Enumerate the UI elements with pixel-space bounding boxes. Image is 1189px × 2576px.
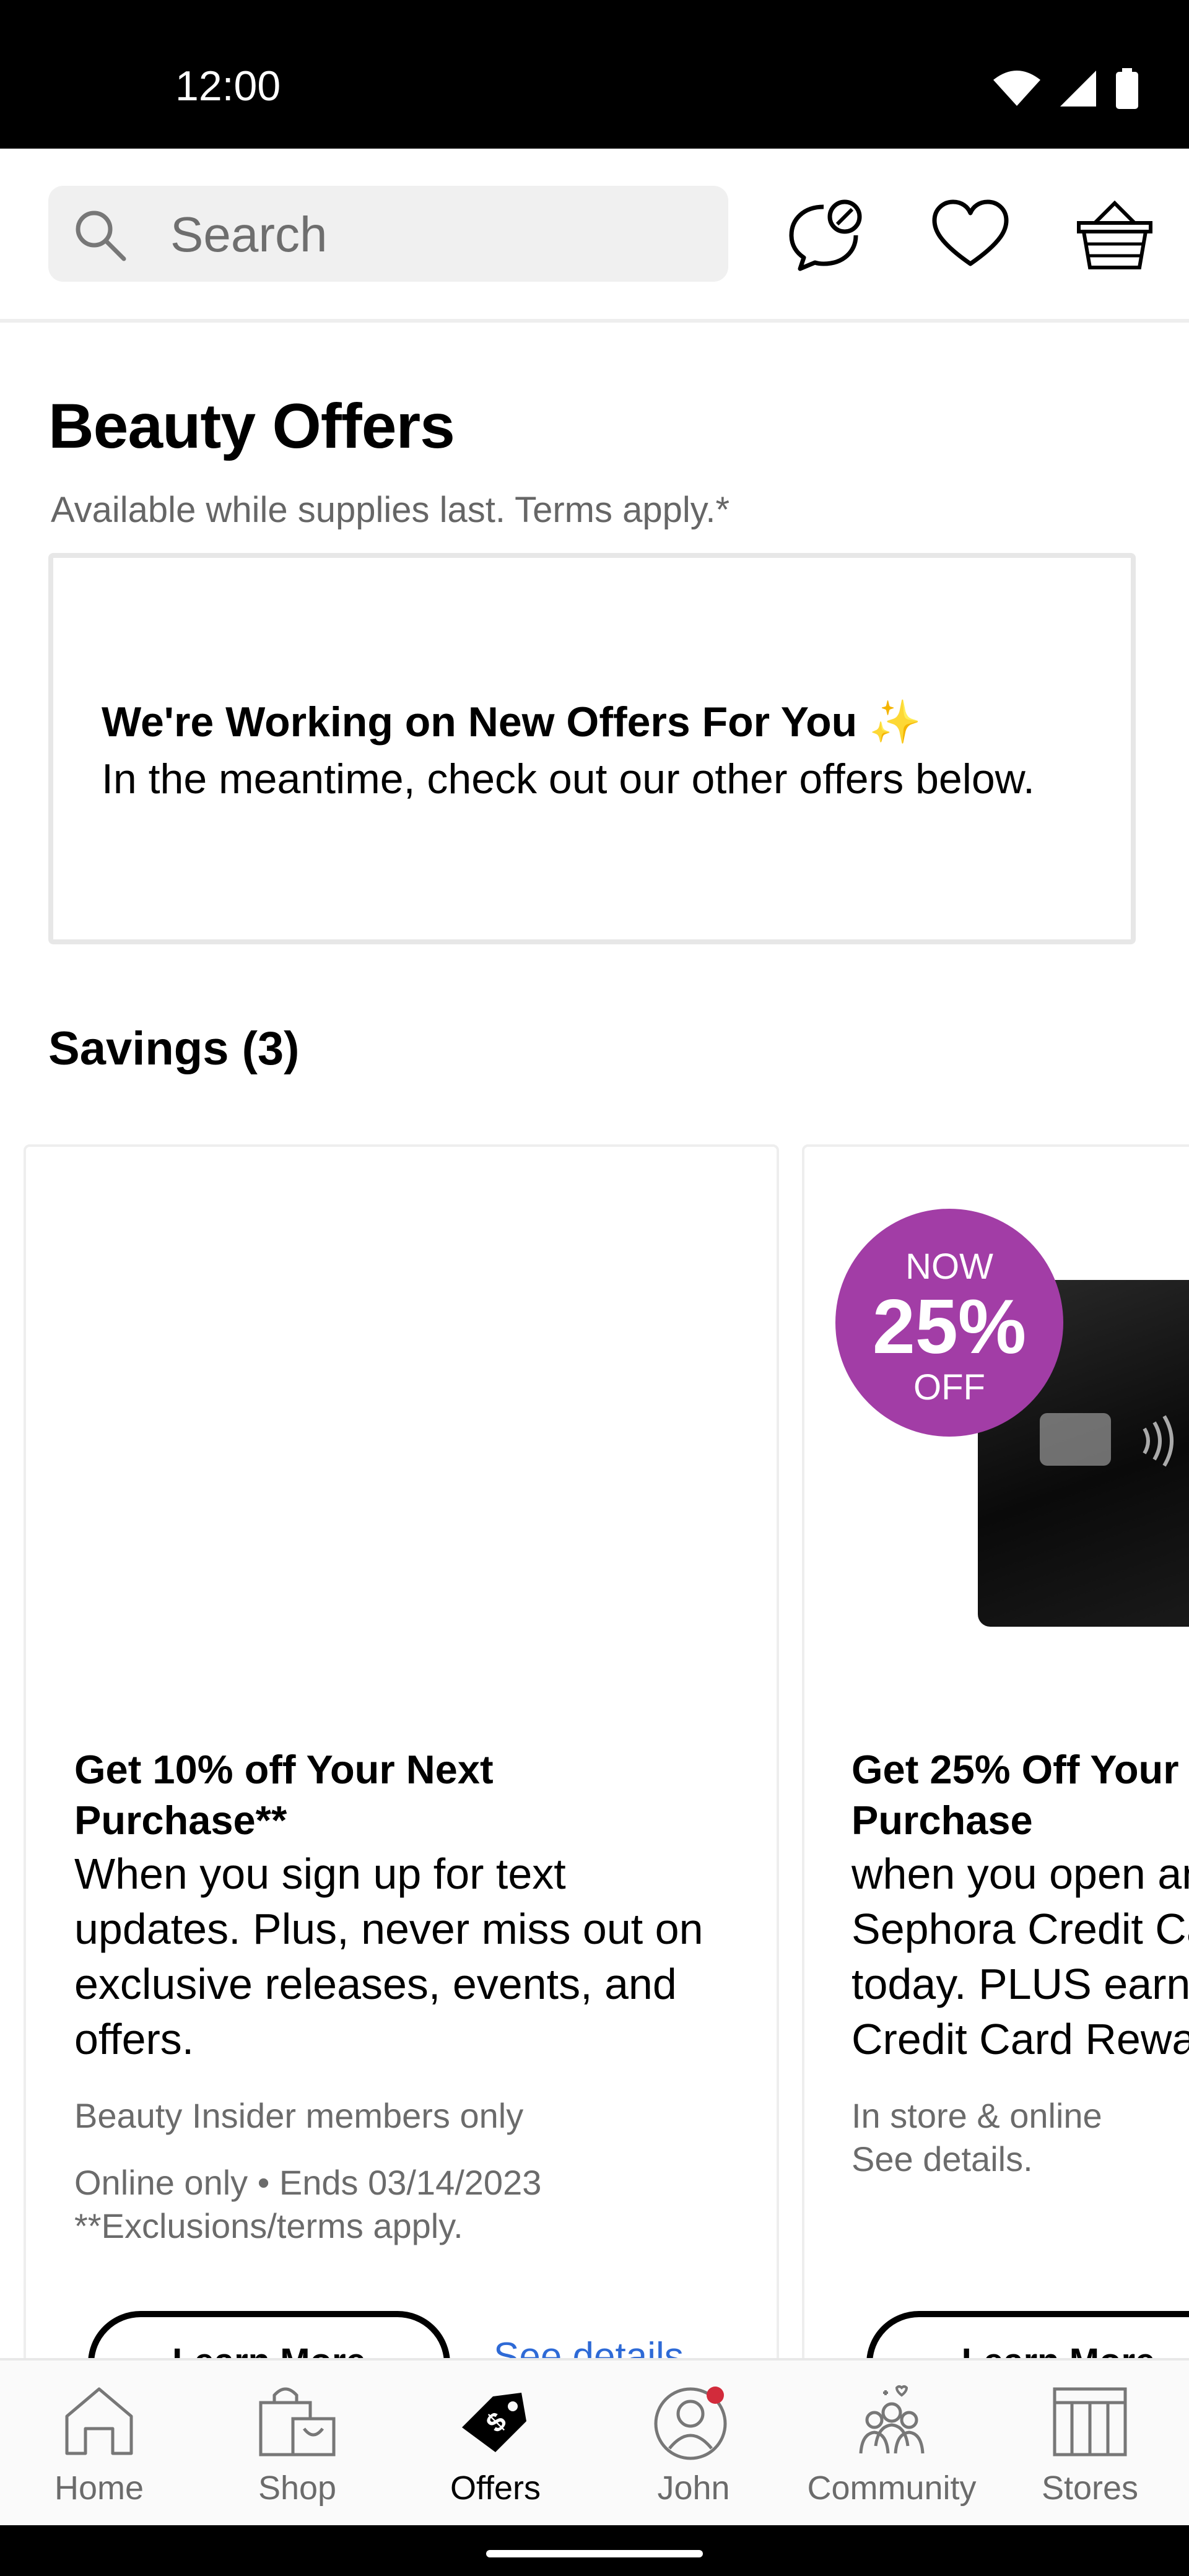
gesture-area	[0, 2525, 1189, 2576]
notice-body: In the meantime, check out our other off…	[102, 755, 1035, 803]
bottom-nav: Home Shop $ Offers John Community Stores	[0, 2358, 1189, 2528]
offer-card[interactable]: Get 10% off Your Next Purchase** When yo…	[24, 1144, 779, 2383]
page-title: Beauty Offers	[48, 391, 455, 461]
offer-availability: In store & online See details.	[851, 2094, 1102, 2181]
notice-heading: We're Working on New Offers For You ✨	[102, 698, 921, 746]
offers-tag-icon: $	[462, 2393, 526, 2452]
savings-section-title: Savings (3)	[48, 1022, 300, 1075]
home-icon	[65, 2387, 133, 2455]
offer-description: when you open an Sephora Credit Ca today…	[851, 1847, 1189, 2067]
offer-desc-line: when you open an	[851, 1850, 1189, 1898]
nav-label: Home	[54, 2469, 144, 2507]
offer-title-line: Purchase**	[74, 1798, 287, 1843]
offer-desc-line: offers.	[74, 2015, 194, 2063]
nav-label: Stores	[1041, 2469, 1139, 2507]
status-time: 12:00	[175, 63, 281, 110]
offer-desc-line: updates. Plus, never miss out on	[74, 1905, 703, 1953]
search-icon	[76, 211, 126, 261]
card-chip	[1040, 1413, 1111, 1466]
offer-desc-line: When you sign up for text	[74, 1850, 566, 1898]
search-input[interactable]	[169, 186, 704, 283]
signal-icon	[1060, 71, 1096, 107]
offer-title-line: Get 25% Off Your	[851, 1747, 1179, 1792]
offer-see-details[interactable]: See details.	[851, 2139, 1033, 2178]
heart-icon[interactable]	[932, 198, 1009, 269]
offer-title-line: Purchase	[851, 1798, 1033, 1843]
page-subtitle: Available while supplies last. Terms app…	[51, 490, 730, 530]
wifi-icon	[993, 71, 1040, 106]
badge-percent: 25%	[872, 1284, 1027, 1370]
offer-desc-line: Sephora Credit Ca	[851, 1905, 1189, 1953]
user-avatar-icon	[654, 2387, 727, 2460]
nav-label: Shop	[258, 2469, 337, 2507]
offer-desc-line: today. PLUS earn 4	[851, 1960, 1189, 2008]
offer-description: When you sign up for text updates. Plus,…	[74, 1847, 703, 2067]
notification-dot	[707, 2387, 724, 2404]
contactless-icon	[1143, 1415, 1174, 1467]
offer-terms-line: **Exclusions/terms apply.	[74, 2206, 463, 2245]
home-gesture-bar[interactable]	[486, 2550, 703, 2557]
badge-now: NOW	[905, 1247, 993, 1287]
nav-home[interactable]: Home	[0, 2361, 198, 2528]
offer-terms-line: Online only • Ends 03/14/2023	[74, 2163, 542, 2202]
offer-title-line: Get 10% off Your Next	[74, 1747, 494, 1792]
battery-icon	[1116, 68, 1138, 109]
nav-offers[interactable]: $ Offers	[396, 2361, 594, 2528]
store-icon	[1053, 2387, 1127, 2456]
nav-label: Offers	[450, 2469, 541, 2507]
nav-community[interactable]: Community	[793, 2361, 991, 2528]
nav-shop[interactable]: Shop	[198, 2361, 396, 2528]
top-bar	[0, 149, 1189, 323]
discount-badge: NOW 25% OFF	[835, 1209, 1063, 1437]
offer-desc-line: Credit Card Rewar	[851, 2015, 1189, 2063]
offer-title: Get 10% off Your Next Purchase**	[74, 1744, 494, 1846]
offer-desc-line: exclusive releases, events, and	[74, 1960, 677, 2008]
basket-icon[interactable]	[1076, 198, 1154, 272]
community-icon	[859, 2385, 925, 2454]
offer-card[interactable]: NOW 25% OFF Get 25% Off Your Purchase wh…	[802, 1144, 1189, 2383]
nav-label: John	[657, 2469, 730, 2507]
status-bar: 12:00	[0, 0, 1189, 149]
offer-eligibility: Beauty Insider members only	[74, 2096, 524, 2135]
offer-availability-line: In store & online	[851, 2096, 1102, 2135]
search-box[interactable]	[48, 186, 728, 283]
nav-label: Community	[807, 2469, 977, 2507]
chat-icon[interactable]	[786, 198, 867, 272]
offers-notice-box: We're Working on New Offers For You ✨ In…	[48, 553, 1136, 944]
nav-stores[interactable]: Stores	[991, 2361, 1189, 2528]
offer-title: Get 25% Off Your Purchase	[851, 1744, 1179, 1846]
offer-terms: Online only • Ends 03/14/2023 **Exclusio…	[74, 2161, 541, 2248]
nav-profile[interactable]: John	[594, 2361, 793, 2528]
shopping-bag-icon	[259, 2387, 336, 2456]
badge-off: OFF	[913, 1367, 985, 1408]
system-icons	[992, 68, 1139, 109]
